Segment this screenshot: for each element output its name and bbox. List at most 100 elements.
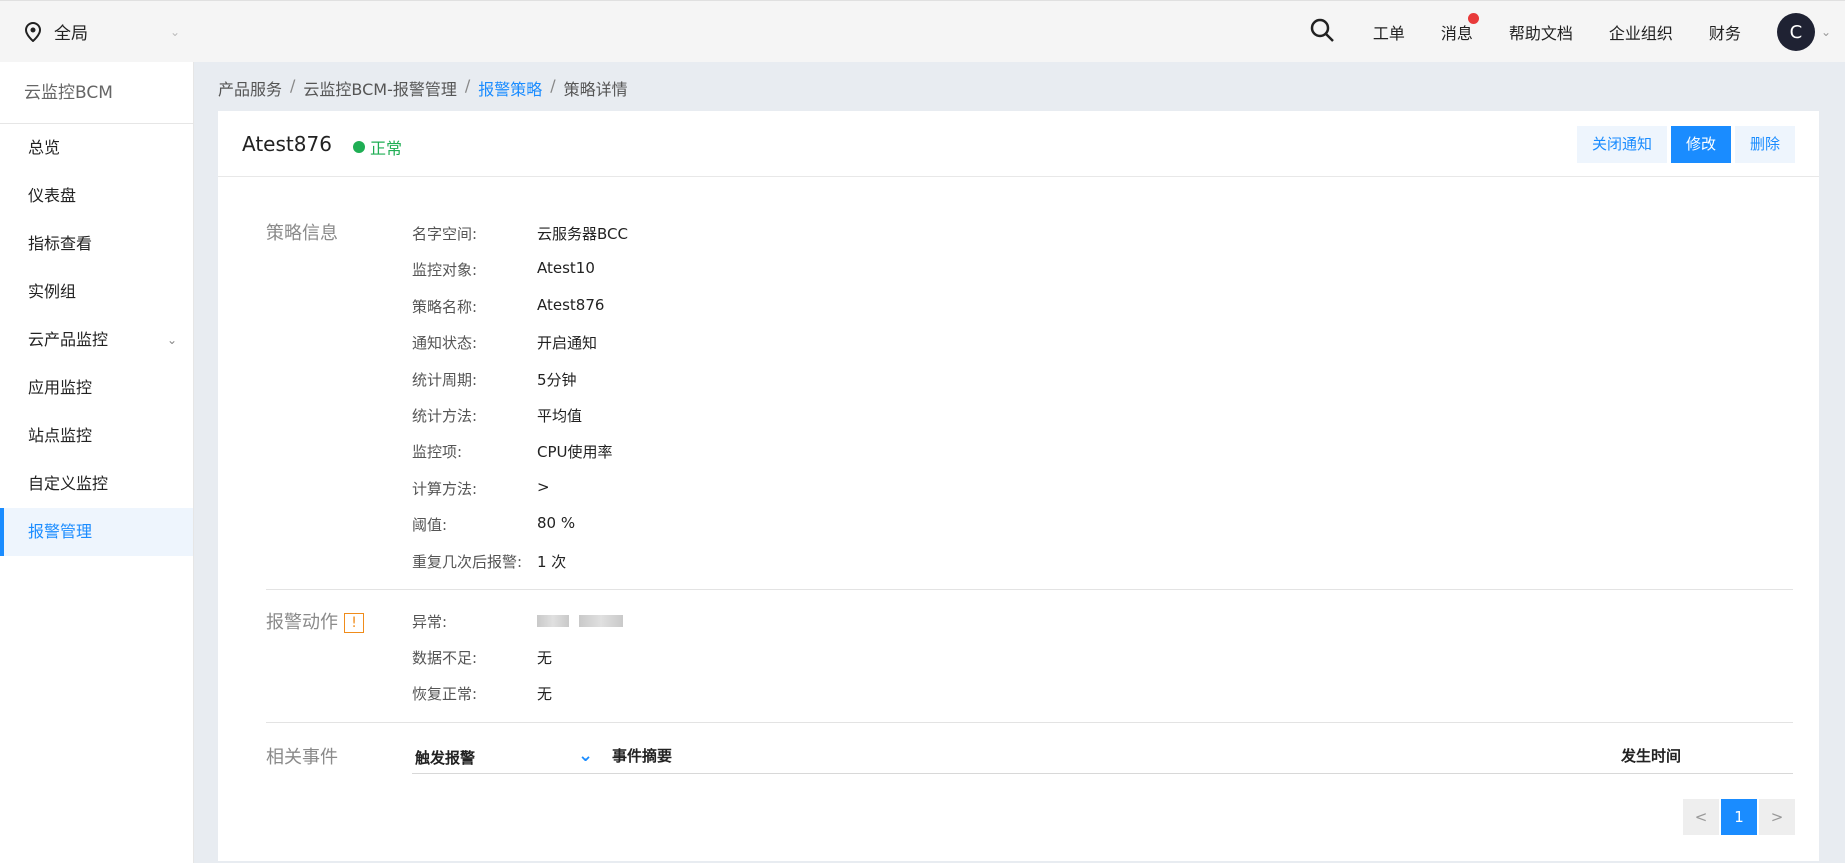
action-key: 异常: [412, 613, 448, 631]
info-value: 5分钟 [537, 371, 577, 389]
info-value: 开启通知 [537, 334, 598, 352]
prev-page-button[interactable]: < [1683, 799, 1719, 835]
info-key: 计算方法: [412, 480, 478, 498]
chevron-down-icon: ⌄ [578, 745, 594, 766]
table-header-line [412, 773, 1793, 774]
action-key: 数据不足: [412, 649, 478, 667]
nav-finance[interactable]: 财务 [1709, 20, 1741, 44]
nav-tickets[interactable]: 工单 [1373, 20, 1405, 44]
info-row: 通知状态: 开启通知 [412, 332, 597, 353]
info-value: 1 次 [537, 553, 567, 571]
redacted-text [579, 614, 623, 627]
sidebar-item-label: 云产品监控 [28, 330, 109, 349]
action-value-blurred [537, 611, 633, 632]
info-key: 统计方法: [412, 407, 478, 425]
breadcrumb: 产品服务 / 云监控BCM-报警管理 / 报警策略 / 策略详情 [218, 76, 628, 100]
warning-icon[interactable]: ! [344, 613, 364, 633]
redacted-text [537, 614, 569, 627]
nav-organization[interactable]: 企业组织 [1609, 20, 1673, 44]
action-value: 无 [537, 649, 553, 667]
info-row: 策略名称: Atest876 [412, 296, 604, 317]
divider [266, 589, 1793, 590]
edit-button[interactable]: 修改 [1670, 126, 1731, 163]
event-filter-dropdown[interactable]: 触发报警 ⌄ [415, 745, 593, 768]
sidebar-item-alarm-management[interactable]: 报警管理 [0, 508, 193, 556]
region-label: 全局 [54, 24, 88, 44]
col-event-time: 发生时间 [1621, 747, 1682, 765]
policy-detail-card: Atest876 正常 关闭通知 修改 删除 策略信息 名字空间: 云服务器BCC… [218, 111, 1819, 861]
nav-messages-label: 消息 [1440, 24, 1473, 43]
info-key: 监控项: [412, 443, 463, 461]
breadcrumb-current: 策略详情 [563, 80, 628, 99]
info-key: 统计周期: [412, 371, 478, 389]
sidebar-title: 云监控BCM [0, 62, 193, 124]
info-value: 云服务器BCC [537, 225, 628, 243]
info-value: Atest876 [537, 296, 605, 314]
action-row: 数据不足: 无 [412, 647, 552, 668]
unread-dot [1467, 13, 1479, 24]
info-row: 名字空间: 云服务器BCC [412, 223, 628, 244]
sidebar: 云监控BCM 总览 仪表盘 指标查看 实例组 云产品监控 ⌄ 应用监控 站点监控 … [0, 62, 194, 863]
event-filter-label: 触发报警 [415, 749, 476, 767]
breadcrumb-item[interactable]: 云监控BCM-报警管理 [303, 76, 456, 100]
sidebar-item-metrics[interactable]: 指标查看 [0, 220, 193, 268]
sidebar-item-site-monitor[interactable]: 站点监控 [0, 412, 193, 460]
sidebar-item-instance-group[interactable]: 实例组 [0, 268, 193, 316]
pagination: < 1 > [1683, 799, 1795, 835]
info-key: 监控对象: [412, 261, 478, 279]
info-key: 重复几次后报警: [412, 553, 523, 571]
info-value: Atest10 [537, 259, 595, 277]
divider [266, 722, 1793, 723]
info-row: 计算方法: > [412, 478, 550, 499]
info-row: 统计方法: 平均值 [412, 405, 582, 426]
info-key: 策略名称: [412, 298, 478, 316]
sidebar-item-custom-monitor[interactable]: 自定义监控 [0, 460, 193, 508]
info-row: 重复几次后报警: 1 次 [412, 551, 566, 572]
status-text: 正常 [370, 139, 403, 158]
action-value: 无 [537, 685, 553, 703]
info-value: 平均值 [537, 407, 583, 425]
page-button[interactable]: 1 [1721, 799, 1757, 835]
sidebar-item-overview[interactable]: 总览 [0, 124, 193, 172]
location-pin-icon [24, 21, 42, 42]
action-row: 恢复正常: 无 [412, 683, 552, 704]
card-header: Atest876 正常 关闭通知 修改 删除 [218, 111, 1819, 177]
info-row: 监控对象: Atest10 [412, 259, 595, 280]
top-bar: 全局 ⌄ 工单 消息 帮助文档 企业组织 财务 C ⌄ [0, 0, 1845, 62]
chevron-down-icon[interactable]: ⌄ [170, 25, 180, 39]
status-badge: 正常 [353, 135, 402, 159]
info-row: 统计周期: 5分钟 [412, 369, 577, 390]
region-selector[interactable]: 全局 ⌄ [24, 19, 180, 44]
avatar[interactable]: C [1776, 13, 1815, 51]
info-value: 80 % [537, 514, 576, 532]
info-value: > [537, 478, 550, 496]
status-dot-icon [353, 141, 365, 153]
nav-help-docs[interactable]: 帮助文档 [1509, 20, 1573, 44]
breadcrumb-item[interactable]: 报警策略 [478, 76, 542, 100]
section-title-action-label: 报警动作 [266, 612, 338, 633]
delete-button[interactable]: 删除 [1734, 126, 1795, 163]
close-notify-button[interactable]: 关闭通知 [1576, 126, 1667, 163]
info-key: 阈值: [412, 516, 448, 534]
section-title-events: 相关事件 [266, 747, 338, 768]
section-title-action: 报警动作! [266, 608, 364, 634]
info-row: 阈值: 80 % [412, 514, 575, 535]
action-key: 恢复正常: [412, 685, 478, 703]
nav-messages[interactable]: 消息 [1440, 13, 1479, 44]
chevron-down-icon: ⌄ [166, 333, 177, 347]
chevron-down-icon[interactable]: ⌄ [1821, 25, 1831, 39]
action-row: 异常: [412, 611, 633, 632]
info-row: 监控项: CPU使用率 [412, 441, 613, 462]
page-title: Atest876 [242, 132, 332, 156]
sidebar-item-cloud-product[interactable]: 云产品监控 ⌄ [0, 316, 193, 364]
next-page-button[interactable]: > [1759, 799, 1795, 835]
search-icon[interactable] [1309, 17, 1339, 47]
info-key: 名字空间: [412, 225, 478, 243]
col-event-summary: 事件摘要 [612, 747, 673, 765]
sidebar-item-app-monitor[interactable]: 应用监控 [0, 364, 193, 412]
sidebar-item-dashboard[interactable]: 仪表盘 [0, 172, 193, 220]
breadcrumb-item[interactable]: 产品服务 [218, 76, 282, 100]
section-title-info: 策略信息 [266, 223, 338, 244]
info-key: 通知状态: [412, 334, 478, 352]
info-value: CPU使用率 [537, 443, 613, 461]
